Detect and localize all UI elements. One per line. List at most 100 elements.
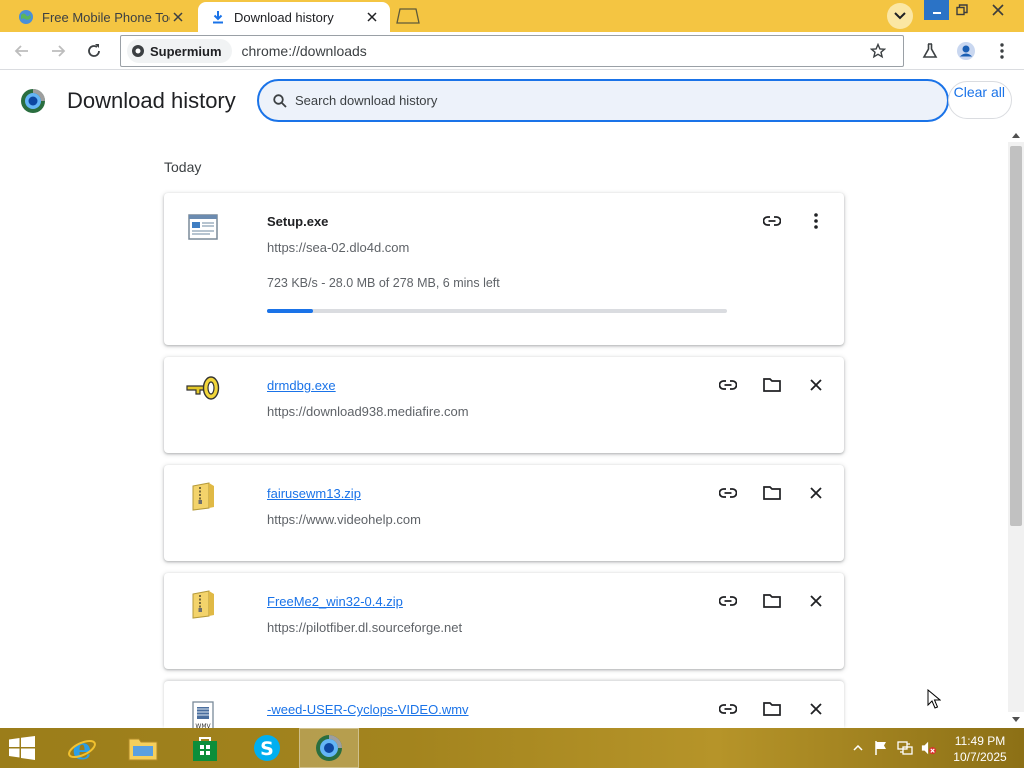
tab-title: Download history xyxy=(234,9,334,25)
file-name-link[interactable]: FreeMe2_win32-0.4.zip xyxy=(267,594,403,609)
file-name-link[interactable]: drmdbg.exe xyxy=(267,378,336,393)
site-info-chip[interactable]: Supermium xyxy=(127,39,232,63)
file-source-url[interactable]: https://download938.mediafire.com xyxy=(267,404,469,419)
clock-time: 11:49 PM xyxy=(954,734,1006,748)
remove-item-button[interactable] xyxy=(802,587,830,615)
download-progress-bar xyxy=(267,309,727,313)
download-item: drmdbg.exe https://download938.mediafire… xyxy=(164,357,844,453)
back-arrow-icon xyxy=(14,45,28,57)
copy-link-button[interactable] xyxy=(758,207,786,235)
copy-link-button[interactable] xyxy=(714,371,742,399)
internet-explorer-icon[interactable]: e xyxy=(52,728,112,768)
address-bar[interactable]: Supermium chrome://downloads xyxy=(120,35,904,67)
remove-item-button[interactable] xyxy=(802,371,830,399)
show-hidden-icons-icon[interactable] xyxy=(850,740,866,756)
volume-muted-icon[interactable] xyxy=(921,740,937,756)
tab-download-history[interactable]: Download history xyxy=(198,2,390,32)
close-icon xyxy=(992,4,1004,16)
file-name-link[interactable]: -weed-USER-Cyclops-VIDEO.wmv xyxy=(267,702,469,717)
back-button[interactable] xyxy=(10,39,34,63)
tab-strip: Free Mobile Phone Tools Download history xyxy=(0,0,1024,32)
new-tab-button[interactable] xyxy=(396,8,420,24)
more-actions-button[interactable] xyxy=(802,207,830,235)
action-center-flag-icon[interactable] xyxy=(873,740,889,756)
browser-toolbar: Supermium chrome://downloads xyxy=(0,32,1024,70)
download-status: 723 KB/s - 28.0 MB of 278 MB, 6 mins lef… xyxy=(267,276,500,290)
supermium-logo-icon xyxy=(20,88,46,114)
profile-avatar-icon[interactable] xyxy=(954,39,978,63)
download-progress-fill xyxy=(267,309,313,313)
file-explorer-icon[interactable] xyxy=(113,728,173,768)
clear-all-button[interactable]: Clear all xyxy=(948,81,1012,119)
copy-link-button[interactable] xyxy=(714,695,742,723)
link-icon xyxy=(719,596,737,606)
forward-arrow-icon xyxy=(52,45,66,57)
search-box[interactable] xyxy=(257,79,949,122)
skype-icon[interactable]: S xyxy=(237,728,297,768)
video-file-icon: WMV xyxy=(186,701,220,728)
tab-free-mobile-phone-tools[interactable]: Free Mobile Phone Tools xyxy=(6,2,196,32)
show-in-folder-button[interactable] xyxy=(758,479,786,507)
svg-text:S: S xyxy=(260,738,274,760)
copy-link-button[interactable] xyxy=(714,479,742,507)
menu-kebab-icon[interactable] xyxy=(990,39,1014,63)
close-icon xyxy=(810,595,822,607)
remove-item-button[interactable] xyxy=(802,695,830,723)
scroll-up-arrow-icon[interactable] xyxy=(1008,128,1024,142)
folder-icon xyxy=(763,378,781,392)
chevron-down-icon xyxy=(894,12,906,20)
clock-date: 10/7/2025 xyxy=(953,750,1007,764)
scroll-down-arrow-icon[interactable] xyxy=(1008,712,1024,726)
copy-link-button[interactable] xyxy=(714,587,742,615)
mouse-cursor-icon xyxy=(927,688,942,709)
search-icon xyxy=(273,93,287,108)
zip-folder-icon xyxy=(186,587,220,621)
link-icon xyxy=(763,216,781,226)
svg-text:e: e xyxy=(72,733,91,763)
restore-button[interactable] xyxy=(949,0,974,20)
network-icon[interactable] xyxy=(897,740,913,756)
show-in-folder-button[interactable] xyxy=(758,695,786,723)
close-tab-icon[interactable] xyxy=(364,9,380,25)
labs-flask-icon[interactable] xyxy=(918,39,942,63)
download-item: WMV -weed-USER-Cyclops-VIDEO.wmv xyxy=(164,681,844,728)
supermium-taskbar-icon[interactable] xyxy=(299,728,359,768)
search-input[interactable] xyxy=(295,93,895,108)
page-title: Download history xyxy=(67,88,236,113)
tab-search-button[interactable] xyxy=(887,3,913,29)
file-source-url[interactable]: https://sea-02.dlo4d.com xyxy=(267,240,409,255)
link-icon xyxy=(719,488,737,498)
tab-title: Free Mobile Phone Tools xyxy=(42,9,170,25)
window-close-button[interactable] xyxy=(974,0,1022,20)
reload-icon xyxy=(88,44,100,57)
show-in-folder-button[interactable] xyxy=(758,587,786,615)
download-item: fairusewm13.zip https://www.videohelp.co… xyxy=(164,465,844,561)
minimize-button[interactable] xyxy=(924,0,949,20)
reload-button[interactable] xyxy=(82,39,106,63)
forward-button[interactable] xyxy=(46,39,70,63)
show-in-folder-button[interactable] xyxy=(758,371,786,399)
link-icon xyxy=(719,380,737,390)
bookmark-star-icon[interactable] xyxy=(867,40,889,62)
scrollbar-thumb[interactable] xyxy=(1010,146,1022,526)
file-source-url[interactable]: https://pilotfiber.dl.sourceforge.net xyxy=(267,620,462,635)
close-icon xyxy=(810,379,822,391)
url-text[interactable]: chrome://downloads xyxy=(242,43,867,59)
download-item: Setup.exe https://sea-02.dlo4d.com 723 K… xyxy=(164,193,844,345)
installer-file-icon xyxy=(186,210,220,244)
close-icon xyxy=(810,703,822,715)
close-tab-icon[interactable] xyxy=(170,9,186,25)
supermium-icon xyxy=(132,45,144,57)
globe-favicon-icon xyxy=(18,9,34,25)
remove-item-button[interactable] xyxy=(802,479,830,507)
start-button[interactable] xyxy=(8,736,38,762)
folder-icon xyxy=(763,702,781,716)
restore-icon xyxy=(955,4,968,16)
windows-logo-icon xyxy=(9,736,35,760)
file-name-link[interactable]: fairusewm13.zip xyxy=(267,486,361,501)
system-clock[interactable]: 11:49 PM 10/7/2025 xyxy=(946,733,1014,765)
file-source-url[interactable]: https://www.videohelp.com xyxy=(267,512,421,527)
zip-folder-icon xyxy=(186,479,220,513)
close-icon xyxy=(810,487,822,499)
store-icon[interactable] xyxy=(175,728,235,768)
